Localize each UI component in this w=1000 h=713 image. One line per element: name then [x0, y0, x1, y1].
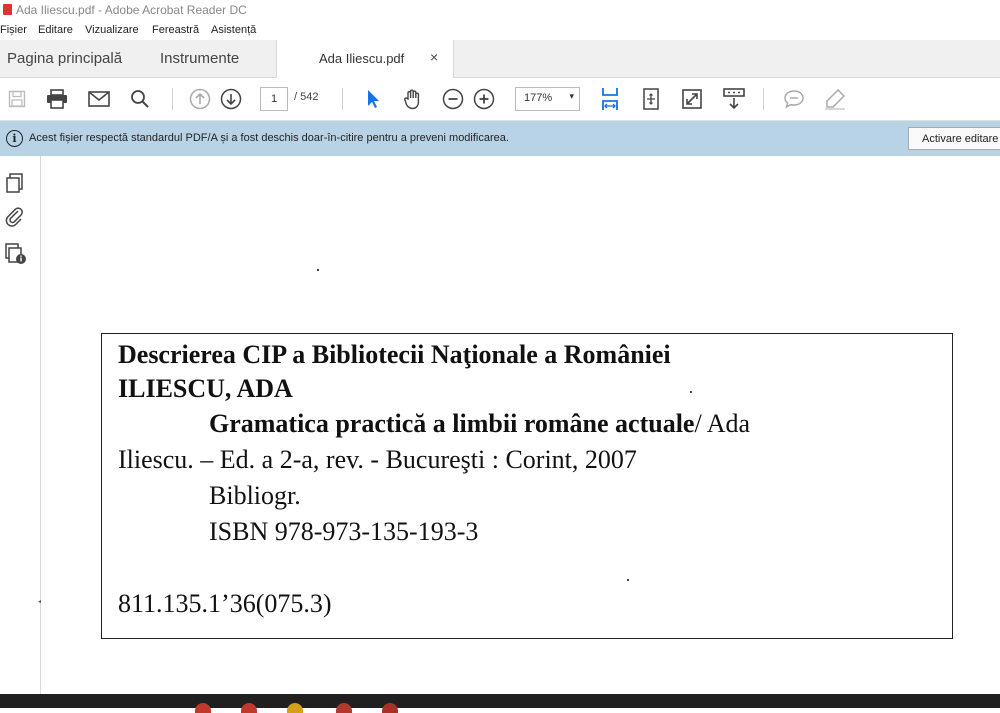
edition-line: Iliescu. – Ed. a 2-a, rev. - Bucureşti :…: [118, 445, 637, 474]
email-icon[interactable]: [86, 86, 112, 112]
toolbar: 1 / 542 177% ▾: [0, 78, 1000, 121]
zoom-level-select[interactable]: 177% ▾: [515, 87, 580, 111]
document-viewer[interactable]: Descrierea CIP a Bibliotecii Naţionale a…: [41, 156, 1000, 694]
classification-line: 811.135.1’36(075.3): [118, 589, 332, 618]
taskbar-folder-icon[interactable]: [287, 703, 303, 713]
menu-edit[interactable]: Editare: [38, 24, 73, 36]
search-icon[interactable]: [127, 86, 153, 112]
page-number-input[interactable]: 1: [260, 87, 288, 111]
taskbar-app-icon[interactable]: [195, 703, 211, 713]
zoom-level-value: 177%: [524, 92, 553, 104]
tab-home[interactable]: Pagina principală: [7, 50, 122, 67]
cip-heading: Descrierea CIP a Bibliotecii Naţionale a…: [118, 340, 671, 369]
scroll-mode-icon[interactable]: [721, 86, 747, 112]
save-icon[interactable]: [4, 86, 30, 112]
tab-tools[interactable]: Instrumente: [160, 50, 239, 67]
taskbar-acrobat-icon[interactable]: [382, 703, 398, 713]
taskbar-app-icon[interactable]: [241, 703, 257, 713]
bibliography-line: Bibliogr.: [209, 481, 301, 510]
menu-bar: Fișier Editare Vizualizare Fereastră Asi…: [0, 21, 1000, 40]
menu-file[interactable]: Fișier: [0, 24, 27, 36]
book-title: Gramatica practică a limbii române actua…: [209, 409, 695, 438]
window-title: Ada Iliescu.pdf - Adobe Acrobat Reader D…: [16, 3, 247, 17]
print-icon[interactable]: [44, 86, 70, 112]
menu-window[interactable]: Fereastră: [152, 24, 199, 36]
scan-speck: [317, 269, 319, 271]
title-bar: Ada Iliescu.pdf - Adobe Acrobat Reader D…: [0, 0, 1000, 21]
rotate-view-icon[interactable]: [638, 86, 664, 112]
menu-view[interactable]: Vizualizare: [85, 24, 139, 36]
previous-page-icon[interactable]: [187, 86, 213, 112]
menu-help[interactable]: Asistență: [211, 24, 256, 36]
info-message: Acest fișier respectă standardul PDF/A ș…: [29, 132, 509, 144]
next-page-icon[interactable]: [218, 86, 244, 112]
acrobat-app-icon: [3, 4, 12, 15]
zoom-out-icon[interactable]: [440, 86, 466, 112]
windows-taskbar: [0, 694, 1000, 713]
fit-page-icon[interactable]: [597, 86, 623, 112]
select-cursor-icon[interactable]: [360, 86, 386, 112]
highlight-pen-icon[interactable]: [822, 86, 848, 112]
isbn-line: ISBN 978-973-135-193-3: [209, 517, 479, 546]
left-navigation-panel: ◀: [0, 156, 45, 694]
info-icon: i: [6, 130, 23, 147]
tab-document-label: Ada Iliescu.pdf: [319, 51, 405, 66]
enable-editing-button[interactable]: Activare editare: [908, 127, 1000, 150]
zoom-in-icon[interactable]: [471, 86, 497, 112]
comment-icon[interactable]: [781, 86, 807, 112]
tab-document[interactable]: Ada Iliescu.pdf ×: [276, 40, 454, 78]
author-suffix: / Ada: [694, 409, 751, 438]
document-properties-icon[interactable]: [4, 242, 26, 264]
page-thumbnails-icon[interactable]: [4, 172, 26, 194]
page-total: / 542: [294, 91, 319, 103]
toolbar-separator: [342, 88, 343, 110]
toolbar-separator: [763, 88, 764, 110]
cip-description-box: Descrierea CIP a Bibliotecii Naţionale a…: [101, 333, 953, 639]
title-line: Gramatica practică a limbii române actua…: [209, 409, 750, 439]
close-tab-icon[interactable]: ×: [430, 49, 438, 65]
taskbar-app-icon[interactable]: [336, 703, 352, 713]
attachments-icon[interactable]: [4, 206, 26, 228]
hand-tool-icon[interactable]: [400, 86, 426, 112]
chevron-down-icon: ▾: [569, 91, 574, 101]
toolbar-separator: [172, 88, 173, 110]
readonly-info-bar: i Acest fișier respectă standardul PDF/A…: [0, 121, 1000, 156]
full-screen-icon[interactable]: [679, 86, 705, 112]
author-heading: ILIESCU, ADA: [118, 374, 293, 403]
tab-bar: Pagina principală Instrumente: [0, 40, 1000, 78]
